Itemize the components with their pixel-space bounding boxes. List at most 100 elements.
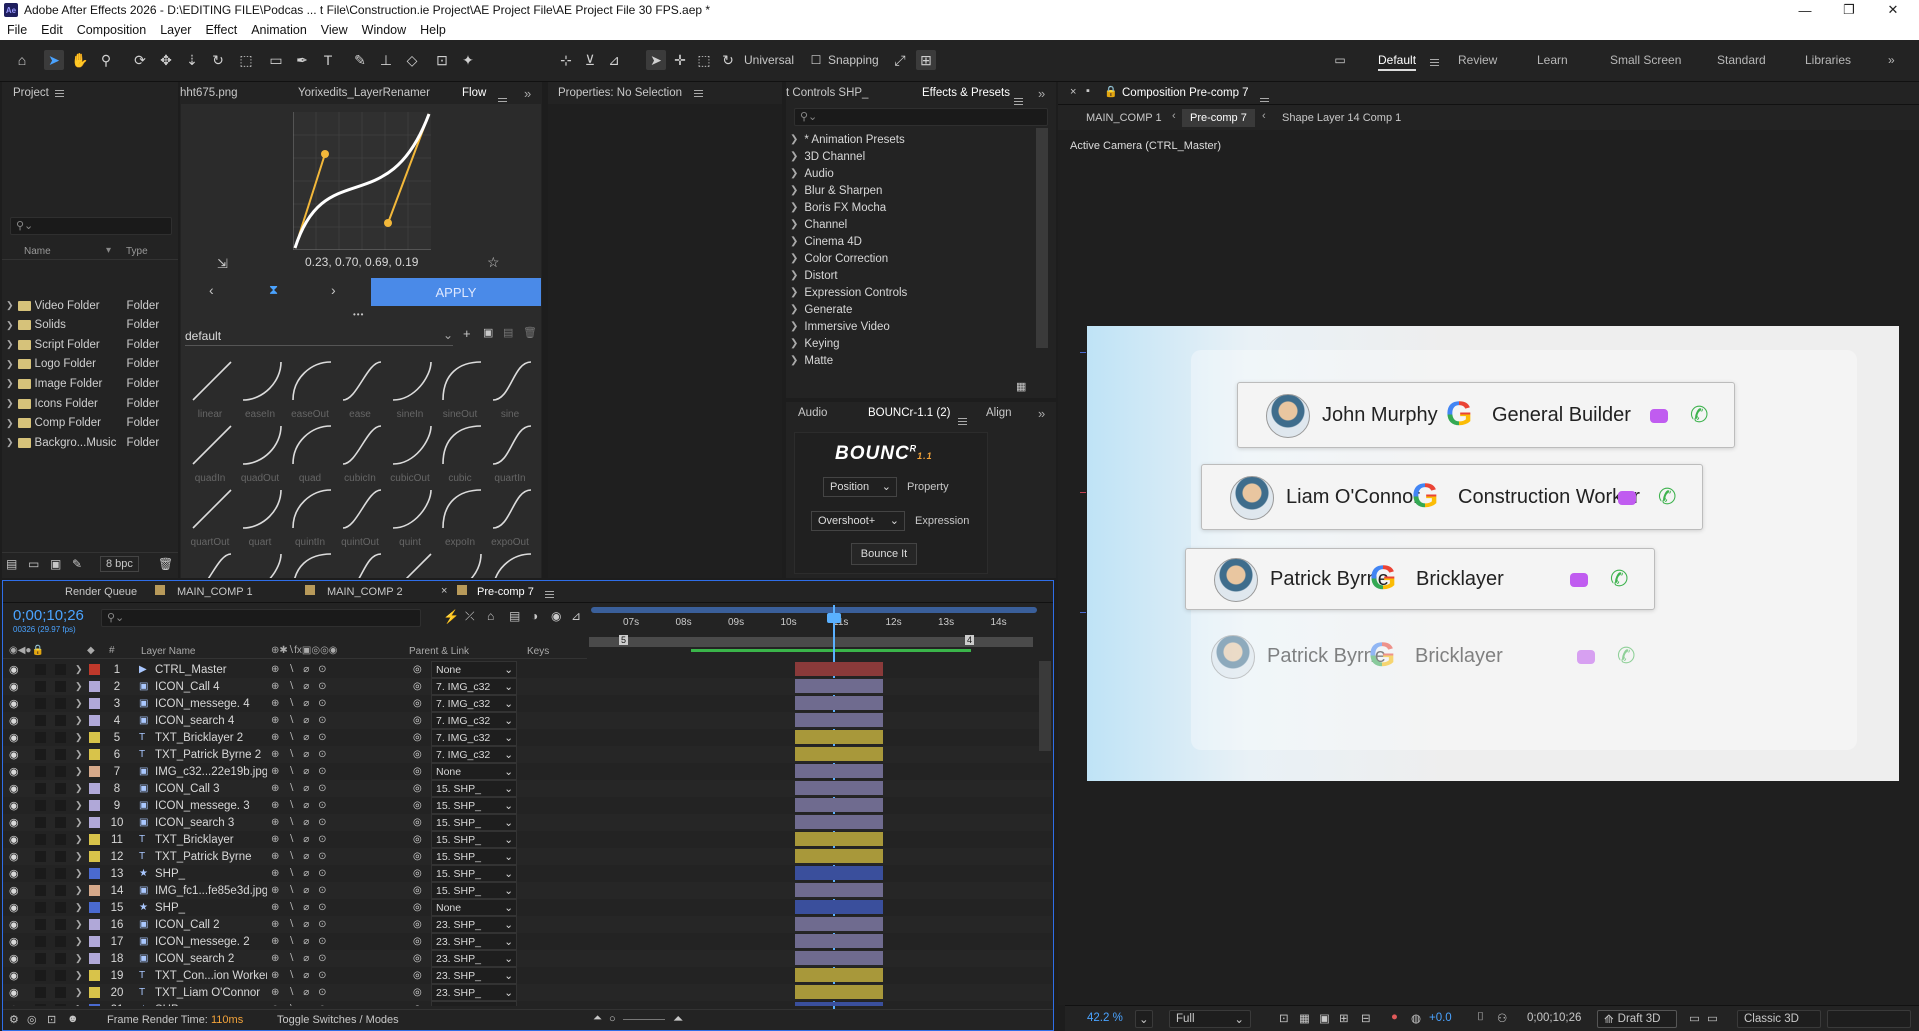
expand-arrow-icon[interactable]: ❯ — [75, 729, 83, 746]
people-icon[interactable]: ☻ — [67, 1013, 79, 1025]
visibility-eye-icon[interactable]: ◉ — [9, 933, 19, 950]
layer-duration-bar[interactable] — [795, 849, 883, 863]
visibility-eye-icon[interactable]: ◉ — [9, 712, 19, 729]
preset-sineIn[interactable]: sineIn — [387, 358, 433, 420]
resolution-dropdown[interactable]: Full ⌄ — [1169, 1010, 1251, 1028]
effects-scrollbar[interactable] — [1036, 128, 1048, 348]
effects-category[interactable]: ❯ 3D Channel — [790, 148, 865, 165]
tab-effect-controls[interactable]: t Controls SHP_ — [786, 87, 868, 99]
pan-tool-icon[interactable]: ✥ — [156, 50, 176, 70]
new-bin-icon[interactable]: ▦ — [1016, 380, 1026, 393]
layer-name[interactable]: ICON_Call 2 — [155, 916, 267, 933]
layer-duration-bar[interactable] — [795, 730, 883, 744]
layer-duration-bar[interactable] — [795, 713, 883, 727]
preset-cutoff[interactable] — [337, 550, 383, 578]
menu-help[interactable]: Help — [413, 23, 453, 37]
close-button[interactable]: ✕ — [1873, 0, 1913, 20]
label-color-swatch[interactable] — [89, 987, 100, 998]
roto-brush-icon[interactable]: ⊡ — [432, 50, 452, 70]
layer-switches[interactable]: ⊕ ∖ ⌀ ⊙ — [271, 967, 329, 984]
layer-row[interactable]: ◉ ❯ 1 ▶ CTRL_Master ⊕ ∖ ⌀ ⊙ ◎ None ⌄ — [3, 661, 1052, 678]
profile-card[interactable]: John Murphy G General Builder ✆ — [1237, 382, 1735, 448]
solo-toggle[interactable] — [35, 817, 46, 828]
layer-name[interactable]: SHP_ — [155, 865, 267, 882]
layer-switches[interactable]: ⊕ ∖ ⌀ ⊙ — [271, 865, 329, 882]
project-col-name[interactable]: Name — [24, 246, 51, 257]
parent-dropdown[interactable]: 7. IMG_c32 ⌄ — [431, 712, 517, 729]
layer-switches[interactable]: ⊕ ∖ ⌀ ⊙ — [271, 831, 329, 848]
parent-dropdown[interactable]: 15. SHP_ ⌄ — [431, 831, 517, 848]
hand-tool-icon[interactable]: ✋ — [70, 50, 90, 70]
solo-toggle[interactable] — [35, 902, 46, 913]
preset-quintOut[interactable]: quintOut — [337, 486, 383, 548]
layer-switches[interactable]: ⊕ ∖ ⌀ ⊙ — [271, 661, 329, 678]
effects-category[interactable]: ❯ Matte — [790, 352, 833, 369]
layer-name[interactable]: ICON_messege. 2 — [155, 933, 267, 950]
export-preset-icon[interactable]: ▤ — [503, 326, 513, 339]
universal-icon[interactable]: ↻ — [718, 50, 738, 70]
parent-dropdown[interactable]: None ⌄ — [431, 899, 517, 916]
visibility-eye-icon[interactable]: ◉ — [9, 848, 19, 865]
apply-button[interactable]: APPLY — [371, 278, 541, 306]
layer-switches[interactable]: ⊕ ∖ ⌀ ⊙ — [271, 797, 329, 814]
time-ruler[interactable]: 07s 08s 09s 10s 11s 12s 13s 14s 5 4 — [587, 605, 1037, 661]
label-color-swatch[interactable] — [89, 664, 100, 675]
visibility-eye-icon[interactable]: ◉ — [9, 780, 19, 797]
property-dropdown[interactable]: Position ⌄ — [823, 477, 897, 497]
preset-cubicIn[interactable]: cubicIn — [337, 422, 383, 484]
swap-icon[interactable]: ⧗ — [269, 282, 278, 298]
pickwhip-icon[interactable]: ◎ — [413, 729, 422, 746]
zoom-out-icon[interactable]: ⏶ — [593, 1012, 602, 1025]
pickwhip-icon[interactable]: ◎ — [413, 916, 422, 933]
pickwhip-icon[interactable]: ◎ — [413, 661, 422, 678]
solo-toggle[interactable] — [35, 800, 46, 811]
parent-dropdown[interactable]: 7. IMG_c32 ⌄ — [431, 695, 517, 712]
expand-arrow-icon[interactable]: ❯ — [75, 899, 83, 916]
draft-3d-toggle-icon[interactable]: ⤫ — [465, 609, 475, 624]
layer-row[interactable]: ◉ ❯ 10 ▣ ICON_search 3 ⊕ ∖ ⌀ ⊙ ◎ 15. SHP_ ⌄ — [3, 814, 1052, 831]
lock-toggle[interactable] — [55, 698, 66, 709]
bouncr-overflow-icon[interactable]: » — [1038, 406, 1045, 421]
preset-select[interactable]: default ⌄ — [185, 326, 453, 346]
align-axis-icon[interactable]: ⊹ — [556, 50, 576, 70]
guides-icon[interactable]: ⊞ — [1339, 1011, 1349, 1025]
layer-row[interactable]: ◉ ❯ 16 ▣ ICON_Call 2 ⊕ ∖ ⌀ ⊙ ◎ 23. SHP_ ⌄ — [3, 916, 1052, 933]
parent-dropdown[interactable]: 23. SHP_ ⌄ — [431, 1001, 517, 1006]
switches-col-icon[interactable]: ⊕✱∖fx▣◎◎◉ — [271, 645, 338, 656]
label-color-swatch[interactable] — [89, 715, 100, 726]
layer-row[interactable]: ◉ ❯ 2 ▣ ICON_Call 4 ⊕ ∖ ⌀ ⊙ ◎ 7. IMG_c32 ⌄ — [3, 678, 1052, 695]
snap-options-icon[interactable]: ⤢ — [890, 50, 910, 70]
layer-name[interactable]: ICON_messege. 3 — [155, 797, 267, 814]
project-item[interactable]: ❯ Logo Folder Folder — [2, 355, 174, 374]
label-color-swatch[interactable] — [89, 783, 100, 794]
pickwhip-icon[interactable]: ◎ — [413, 746, 422, 763]
solo-toggle[interactable] — [35, 936, 46, 947]
parent-dropdown[interactable]: 23. SHP_ ⌄ — [431, 916, 517, 933]
dolly-tool-icon[interactable]: ⇣ — [182, 50, 202, 70]
visibility-eye-icon[interactable]: ◉ — [9, 882, 19, 899]
expand-arrow-icon[interactable]: ❯ — [75, 763, 83, 780]
curve-editor[interactable] — [293, 112, 431, 250]
pickwhip-icon[interactable]: ◎ — [413, 763, 422, 780]
puppet-pin-icon[interactable]: ✦ — [458, 50, 478, 70]
label-color-swatch[interactable] — [89, 953, 100, 964]
expand-arrow-icon[interactable]: ❯ — [6, 437, 14, 448]
preset-cutoff[interactable] — [187, 550, 233, 578]
zoom-slider-handle[interactable]: ○ — [609, 1013, 616, 1025]
expand-arrow-icon[interactable]: ❯ — [6, 359, 14, 370]
tab-audio[interactable]: Audio — [798, 407, 827, 419]
view-axis-icon[interactable]: ⊿ — [604, 50, 624, 70]
solo-toggle[interactable] — [35, 919, 46, 930]
layer-duration-bar[interactable] — [795, 866, 883, 880]
visibility-eye-icon[interactable]: ◉ — [9, 695, 19, 712]
layer-duration-bar[interactable] — [795, 696, 883, 710]
label-color-swatch[interactable] — [89, 834, 100, 845]
menu-view[interactable]: View — [314, 23, 355, 37]
layer-switches[interactable]: ⊕ ∖ ⌀ ⊙ — [271, 712, 329, 729]
lock-toggle[interactable] — [55, 681, 66, 692]
effects-category[interactable]: ❯ Keying — [790, 335, 840, 352]
clone-stamp-icon[interactable]: ⊥ — [376, 50, 396, 70]
workspace-default[interactable]: Default — [1378, 53, 1417, 71]
lock-toggle[interactable] — [55, 783, 66, 794]
layer-name[interactable]: ICON_search 3 — [155, 814, 267, 831]
